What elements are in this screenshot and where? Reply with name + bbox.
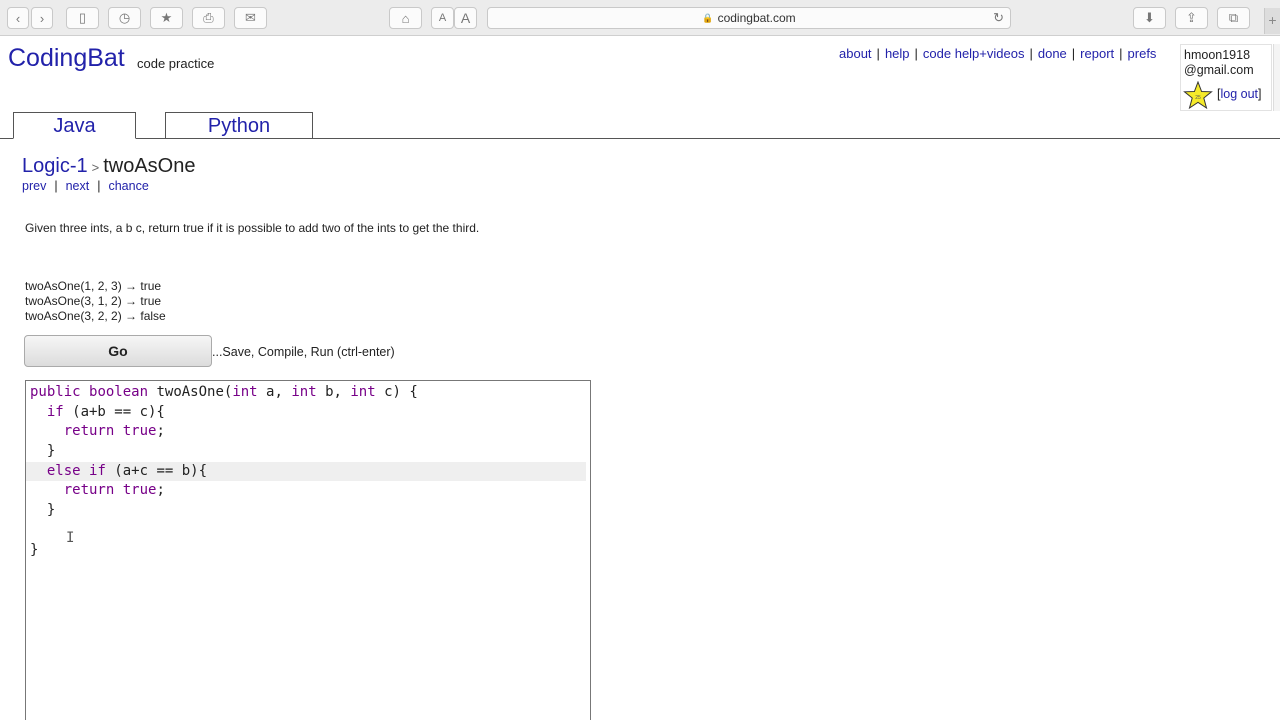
tabs-icon: ⧉ <box>1228 10 1239 25</box>
back-button[interactable]: ‹ <box>7 7 29 29</box>
code-line[interactable]: return true; <box>30 422 586 442</box>
logout-wrapper: [log out] <box>1217 87 1262 101</box>
font-small-icon: A <box>438 12 447 24</box>
home-icon: ⌂ <box>401 10 410 26</box>
sidebar-icon: ▯ <box>78 10 87 25</box>
nav-report[interactable]: report <box>1080 46 1114 61</box>
mail-icon: ✉ <box>245 10 256 25</box>
history-button[interactable]: ◷ <box>108 7 141 29</box>
tabs-button[interactable]: ⧉ <box>1217 7 1250 29</box>
nav-done[interactable]: done <box>1038 46 1067 61</box>
star-icon: 25 <box>1183 81 1213 110</box>
address-bar[interactable]: 🔒 codingbat.com ↻ <box>487 7 1011 29</box>
address-url: codingbat.com <box>717 11 796 25</box>
go-hint: ...Save, Compile, Run (ctrl-enter) <box>212 345 395 359</box>
problem-title: twoAsOne <box>103 155 196 177</box>
downloads-button[interactable]: ⬇ <box>1133 7 1166 29</box>
breadcrumb-separator: > <box>91 160 100 175</box>
chance-link[interactable]: chance <box>108 179 148 193</box>
code-content[interactable]: public boolean twoAsOne(int a, int b, in… <box>26 383 586 561</box>
print-button[interactable]: ⎙ <box>192 7 225 29</box>
font-larger-button[interactable]: A <box>454 7 477 29</box>
example-item: twoAsOne(3, 2, 2) → false <box>25 309 166 323</box>
code-line[interactable]: if (a+b == c){ <box>30 403 586 423</box>
print-icon: ⎙ <box>203 10 214 25</box>
example-item: twoAsOne(1, 2, 3) → true <box>25 279 162 293</box>
forward-icon: › <box>39 10 45 26</box>
nav-separator: | <box>876 46 880 61</box>
bracket-close: ] <box>1258 87 1262 101</box>
example-item: twoAsOne(3, 1, 2) → true <box>25 294 162 308</box>
site-logo[interactable]: CodingBat <box>8 44 125 73</box>
new-tab-button[interactable]: + <box>1264 8 1280 34</box>
bookmarks-button[interactable]: ★ <box>150 7 183 29</box>
code-line[interactable]: } <box>30 501 586 521</box>
browser-toolbar: ‹ › ▯ ◷ ★ ⎙ ✉ ⌂ A A 🔒 codingbat.com ↻ ⬇ … <box>0 0 1280 36</box>
logout-link[interactable]: log out <box>1220 87 1258 101</box>
font-large-icon: A <box>460 10 471 26</box>
home-button[interactable]: ⌂ <box>389 7 422 29</box>
font-smaller-button[interactable]: A <box>431 7 454 29</box>
tab-java[interactable]: Java <box>13 112 136 139</box>
nav-separator: | <box>1071 46 1076 61</box>
user-email-line1: hmoon1918 <box>1184 48 1251 62</box>
text-cursor-icon: I <box>66 530 75 546</box>
nav-prefs[interactable]: prefs <box>1128 46 1157 61</box>
code-line[interactable] <box>30 521 586 541</box>
go-button[interactable]: Go <box>24 335 212 367</box>
problem-description: Given three ints, a b c, return true if … <box>25 221 480 235</box>
nav-separator: | <box>914 46 918 61</box>
logo-subtitle: code practice <box>137 56 215 71</box>
code-line[interactable]: } <box>30 442 586 462</box>
user-email-line2: @gmail.com <box>1184 63 1254 77</box>
examples-list: twoAsOne(1, 2, 3) → true twoAsOne(3, 1, … <box>25 279 166 324</box>
lock-icon: 🔒 <box>702 12 714 23</box>
code-line[interactable]: return true; <box>30 481 586 501</box>
nav-separator: | <box>54 179 58 193</box>
nav-code-help-videos[interactable]: code help+videos <box>923 46 1025 61</box>
download-icon: ⬇ <box>1144 10 1155 25</box>
star-icon: ★ <box>160 10 173 25</box>
user-box: hmoon1918 @gmail.com 25 [log out] <box>1180 44 1272 111</box>
code-editor[interactable]: public boolean twoAsOne(int a, int b, in… <box>25 380 591 720</box>
tab-python[interactable]: Python <box>165 112 313 139</box>
code-line[interactable]: else if (a+c == b){ <box>26 461 586 482</box>
share-button[interactable]: ⇪ <box>1175 7 1208 29</box>
breadcrumb: Logic-1 > twoAsOne <box>22 155 195 178</box>
nav-help[interactable]: help <box>885 46 910 61</box>
code-line[interactable]: } <box>30 541 586 561</box>
nav-separator: | <box>1119 46 1123 61</box>
tabs-divider <box>0 138 1280 139</box>
breadcrumb-category[interactable]: Logic-1 <box>22 155 88 177</box>
mail-button[interactable]: ✉ <box>234 7 267 29</box>
page-edge-strip <box>1273 44 1280 111</box>
plus-icon: + <box>1268 12 1277 28</box>
sidebar-button[interactable]: ▯ <box>66 7 99 29</box>
top-nav: about | help | code help+videos | done | report |… <box>839 46 1156 61</box>
reload-icon[interactable]: ↻ <box>993 10 1004 26</box>
back-icon: ‹ <box>15 10 21 26</box>
history-icon: ◷ <box>118 10 131 25</box>
problem-nav: prev | next | chance <box>22 179 149 193</box>
nav-separator: | <box>97 179 101 193</box>
next-link[interactable]: next <box>66 179 90 193</box>
code-line[interactable]: public boolean twoAsOne(int a, int b, in… <box>30 383 586 403</box>
forward-button[interactable]: › <box>31 7 53 29</box>
share-icon: ⇪ <box>1186 10 1197 25</box>
nav-about[interactable]: about <box>839 46 872 61</box>
prev-link[interactable]: prev <box>22 179 46 193</box>
svg-text:25: 25 <box>1195 95 1201 101</box>
nav-separator: | <box>1029 46 1033 61</box>
